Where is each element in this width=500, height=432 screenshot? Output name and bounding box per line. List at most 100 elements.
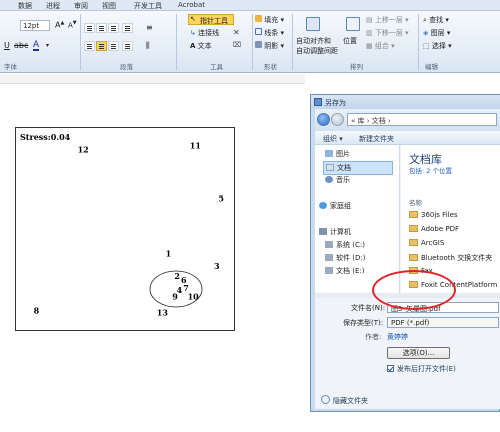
- tab-data[interactable]: 数据: [18, 1, 32, 11]
- save-type-value: PDF (*.pdf): [391, 319, 430, 327]
- tab-review[interactable]: 审阅: [74, 1, 88, 11]
- connector-button[interactable]: ↳ 连接线: [190, 28, 219, 38]
- nav-item-documents[interactable]: 文档: [323, 161, 393, 175]
- file-name-label: 文件名(N):: [351, 304, 386, 312]
- justify-button[interactable]: [122, 41, 133, 51]
- music-icon: [325, 176, 333, 183]
- layer-button[interactable]: ◈ 图层 ▾: [423, 28, 450, 38]
- align-center-button[interactable]: [96, 41, 107, 51]
- auto-align-label[interactable]: 自动对齐和: [296, 36, 331, 46]
- shadow-icon: [255, 41, 262, 48]
- group-label-tools: 工具: [210, 63, 223, 71]
- back-arrow-icon[interactable]: [317, 113, 330, 126]
- options-button[interactable]: 选项(O)...: [387, 347, 450, 359]
- nav-item-computer[interactable]: 计算机: [319, 227, 351, 237]
- shrink-font-icon[interactable]: A▼: [68, 20, 77, 29]
- font-size-box[interactable]: 12pt: [20, 20, 50, 31]
- new-folder-button[interactable]: 新建文件夹: [359, 134, 394, 144]
- folder-icon: [409, 211, 418, 218]
- strikethrough-icon[interactable]: abc: [14, 41, 28, 50]
- author-value[interactable]: 黄婷婷: [387, 332, 408, 342]
- diagram-frame[interactable]: Stress:0.04 12 11 5 1 3 2 6 4 7 9 10 8 13: [15, 127, 235, 331]
- nav-item-homegroup[interactable]: 家庭组: [319, 201, 351, 211]
- position-button[interactable]: 位置: [343, 36, 357, 46]
- send-backward-label: 下移一层: [374, 29, 403, 37]
- auto-space-label[interactable]: 自动调整间距: [296, 46, 338, 56]
- nav-label: 文档: [337, 164, 351, 172]
- open-after-checkbox[interactable]: [387, 365, 394, 372]
- horizontal-scrollbar[interactable]: [315, 293, 500, 298]
- align-middle-button[interactable]: [96, 23, 107, 33]
- save-type-select[interactable]: PDF (*.pdf): [387, 317, 499, 328]
- font-color-icon[interactable]: A: [33, 41, 40, 51]
- find-button[interactable]: ⌕ 查找 ▾: [423, 15, 449, 25]
- send-backward-button[interactable]: ▥ 下移一层 ▾: [366, 28, 409, 38]
- align-right-button[interactable]: [108, 41, 119, 51]
- list-item[interactable]: 360js Files: [409, 211, 458, 219]
- auto-align-icon[interactable]: [306, 17, 320, 31]
- organize-button[interactable]: 组织 ▾: [323, 134, 343, 144]
- tab-process[interactable]: 进程: [46, 1, 60, 11]
- point-label: 3: [214, 261, 220, 271]
- dialog-titlebar[interactable]: 另存为: [311, 95, 500, 109]
- tab-view[interactable]: 视图: [102, 1, 116, 11]
- nav-item-drive-e[interactable]: 文档 (E:): [325, 266, 364, 276]
- nav-item-drive-c[interactable]: 系统 (C:): [325, 240, 365, 250]
- fill-icon: [255, 15, 262, 22]
- point-label: 13: [157, 308, 169, 318]
- author-label: 作者:: [365, 333, 382, 341]
- align-bottom-button[interactable]: [108, 23, 119, 33]
- list-item[interactable]: Fax: [409, 267, 433, 275]
- bring-forward-icon: ▤: [366, 16, 373, 24]
- shadow-label: 阴影: [264, 42, 279, 50]
- folder-name: Foxit ContentPlatform: [421, 281, 498, 289]
- crop-icon[interactable]: ⌧: [233, 41, 241, 49]
- save-as-dialog: 另存为 « 库 › 文档 › 组织 ▾ 新建文件夹 图片 文档 音乐 家庭组 计…: [310, 94, 500, 412]
- group-separator: [418, 14, 419, 70]
- list-item[interactable]: Bluetooth 交换文件夹: [409, 253, 492, 263]
- nav-item-pictures[interactable]: 图片: [325, 149, 350, 159]
- tab-acrobat[interactable]: Acrobat: [178, 1, 205, 9]
- group-button[interactable]: ▦ 组合 ▾: [366, 41, 395, 51]
- tab-developer[interactable]: 开发工具: [134, 1, 162, 11]
- pointer-tool-button[interactable]: ↖ 指针工具: [188, 14, 234, 25]
- grow-font-icon[interactable]: A▲: [55, 20, 64, 30]
- align-top-button[interactable]: [84, 23, 95, 33]
- library-subtitle[interactable]: 包括: 2 个位置: [409, 165, 452, 175]
- text-direction-icon[interactable]: ⫼: [146, 41, 150, 51]
- hide-folders-toggle[interactable]: 隐藏文件夹: [321, 395, 368, 406]
- folder-icon: [409, 254, 418, 261]
- forward-arrow-icon[interactable]: [331, 113, 344, 126]
- ruler: [0, 74, 305, 84]
- list-button[interactable]: [122, 23, 133, 33]
- bring-forward-button[interactable]: ▤ 上移一层 ▾: [366, 15, 409, 25]
- ribbon: 12pt A▲ A▼ U abc A ▾ 字体 ≡ ⫼ 段落 ↖ 指针工具 ↳ …: [0, 11, 500, 73]
- address-bar[interactable]: « 库 › 文档 ›: [347, 113, 497, 126]
- close-icon[interactable]: ✕: [233, 28, 240, 37]
- nav-label: 家庭组: [330, 202, 351, 210]
- list-item[interactable]: Adobe PDF: [409, 225, 459, 233]
- dialog-toolbar: 组织 ▾ 新建文件夹: [315, 131, 500, 145]
- list-item[interactable]: ArcGIS: [409, 239, 444, 247]
- line-button[interactable]: 线条 ▾: [255, 28, 284, 38]
- documents-icon: [326, 164, 334, 171]
- underline-icon[interactable]: U: [4, 41, 10, 50]
- fill-button[interactable]: 填充 ▾: [255, 15, 284, 25]
- column-header-name[interactable]: 名称: [409, 197, 422, 207]
- chevron-down-icon[interactable]: ▾: [46, 42, 49, 49]
- group-separator: [176, 14, 177, 70]
- drive-icon: [325, 241, 333, 248]
- nav-item-drive-d[interactable]: 软件 (D:): [325, 253, 365, 263]
- group-label-font: 字体: [4, 63, 17, 71]
- text-button[interactable]: A 文本: [190, 41, 212, 51]
- nav-item-music[interactable]: 音乐: [325, 175, 350, 185]
- bullets-icon[interactable]: ≡: [146, 23, 153, 32]
- list-item[interactable]: Foxit ContentPlatform: [409, 281, 497, 289]
- folder-icon: [409, 225, 418, 232]
- align-left-button[interactable]: [84, 41, 95, 51]
- shadow-button[interactable]: 阴影 ▾: [255, 41, 284, 51]
- file-name-input[interactable]: 图5_矢量图.pdf: [387, 302, 499, 313]
- select-button[interactable]: ⬚ 选择 ▾: [423, 41, 452, 51]
- position-icon[interactable]: [346, 17, 360, 31]
- nav-label: 文档 (E:): [336, 267, 365, 275]
